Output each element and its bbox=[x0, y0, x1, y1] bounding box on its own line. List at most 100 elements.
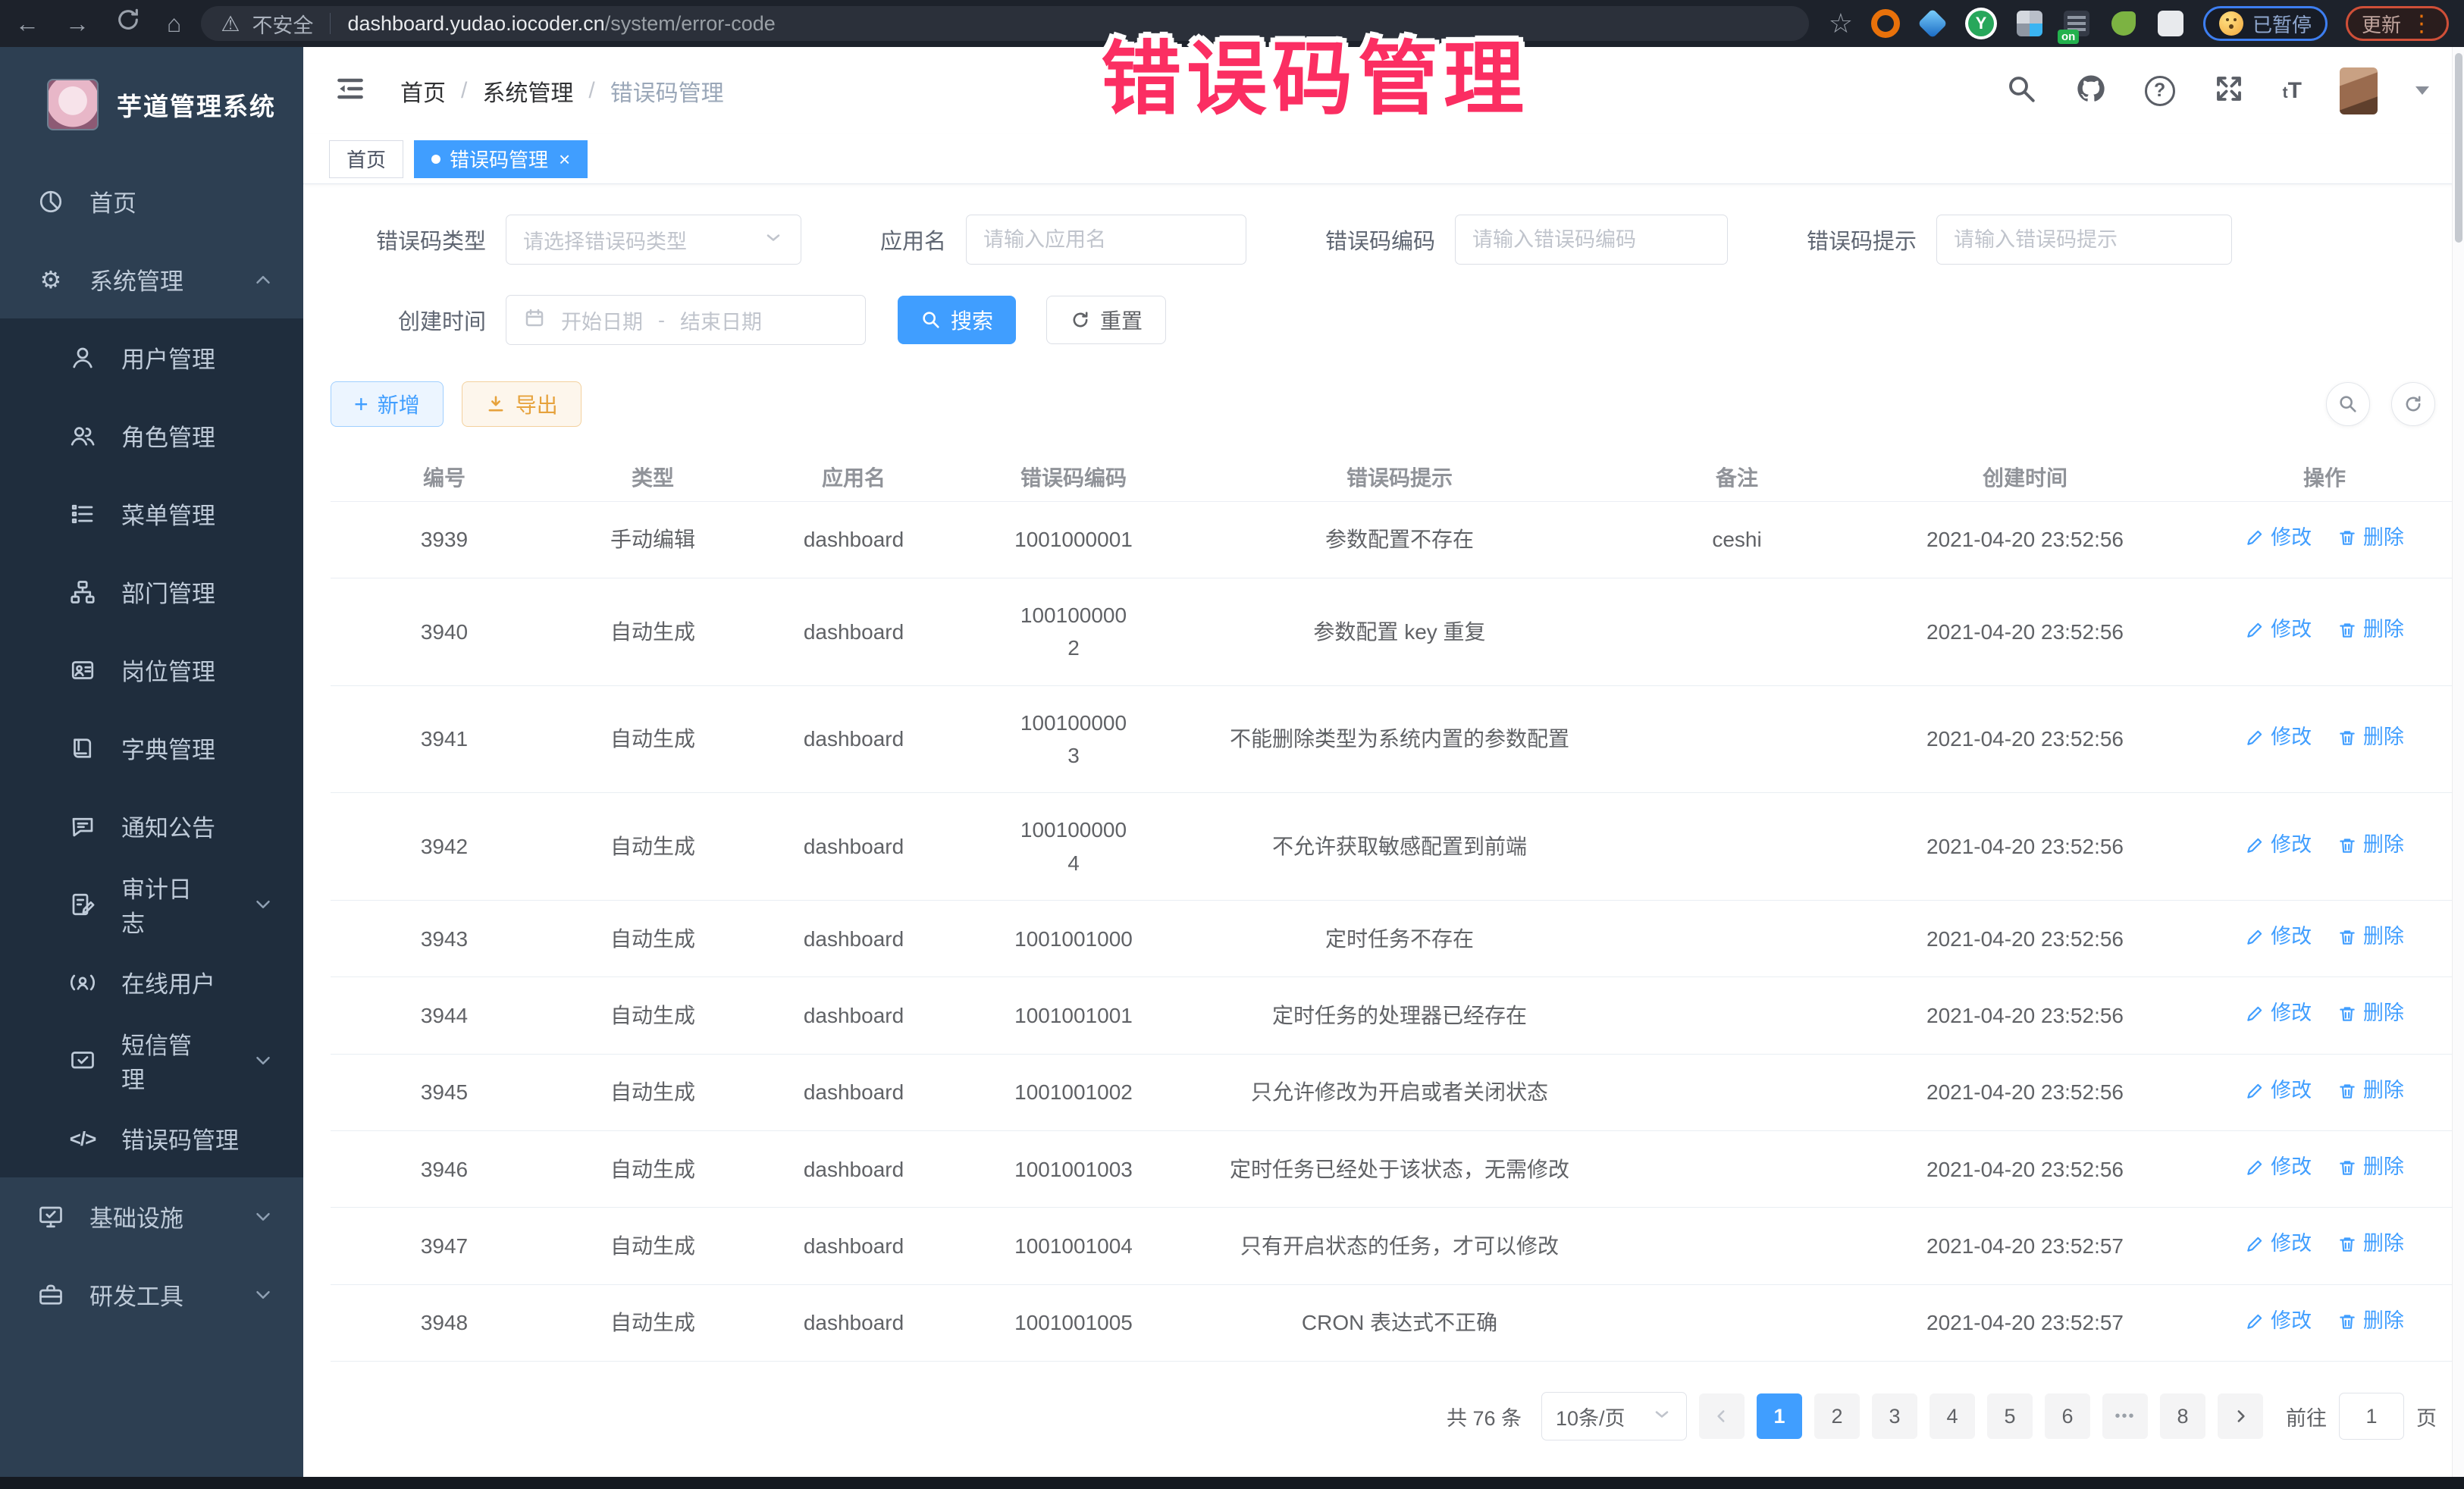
date-range-picker[interactable]: 开始日期 - 结束日期 bbox=[506, 295, 866, 345]
scrollbar-track[interactable] bbox=[2452, 47, 2464, 1477]
overlay-annotation-title: 错误码管理 bbox=[1101, 14, 1529, 130]
app-title: 芋道管理系统 bbox=[117, 86, 276, 123]
edit-link[interactable]: 修改 bbox=[2245, 1152, 2312, 1183]
sidebar-item[interactable]: 短信管理 bbox=[0, 1021, 303, 1099]
delete-link[interactable]: 删除 bbox=[2337, 998, 2404, 1030]
page-button[interactable]: 6 bbox=[2045, 1393, 2090, 1439]
cell-created-time: 2021-04-20 23:52:57 bbox=[1862, 1284, 2188, 1361]
delete-link[interactable]: 删除 bbox=[2337, 522, 2404, 554]
delete-link[interactable]: 删除 bbox=[2337, 722, 2404, 754]
breadcrumb-system[interactable]: 系统管理 bbox=[482, 74, 573, 108]
sidebar-item[interactable]: 字典管理 bbox=[0, 709, 303, 787]
tag-error-code[interactable]: 错误码管理 × bbox=[414, 140, 588, 178]
collapse-sidebar-icon[interactable] bbox=[334, 72, 367, 109]
sidebar-item[interactable]: ⚙ 系统管理 bbox=[0, 240, 303, 318]
sidebar-item[interactable]: 部门管理 bbox=[0, 553, 303, 631]
delete-link[interactable]: 删除 bbox=[2337, 614, 2404, 646]
address-bar[interactable]: ⚠ 不安全 dashboard.yudao.iocoder.cn/system/… bbox=[201, 6, 1808, 41]
page-size-select[interactable]: 10条/页 bbox=[1541, 1392, 1687, 1440]
page-button[interactable]: 8 bbox=[2160, 1393, 2205, 1439]
extension-grid-icon[interactable] bbox=[2015, 9, 2044, 38]
edit-link[interactable]: 修改 bbox=[2245, 1306, 2312, 1337]
error-code-input[interactable] bbox=[1472, 215, 1710, 264]
help-icon[interactable]: ? bbox=[2145, 76, 2175, 106]
sidebar-item[interactable]: 通知公告 bbox=[0, 787, 303, 865]
prev-page-button[interactable] bbox=[1699, 1393, 1745, 1439]
sidebar-item-label: 审计日志 bbox=[121, 870, 203, 939]
sidebar-item[interactable]: 审计日志 bbox=[0, 865, 303, 943]
extension-orange-icon[interactable] bbox=[1871, 9, 1900, 38]
scrollbar-thumb[interactable] bbox=[2455, 53, 2462, 243]
sidebar-item[interactable]: 用户管理 bbox=[0, 318, 303, 397]
avatar[interactable] bbox=[2340, 67, 2378, 114]
tag-home[interactable]: 首页 bbox=[329, 140, 403, 178]
toggle-search-button[interactable] bbox=[2326, 382, 2370, 426]
app-logo[interactable]: 芋道管理系统 bbox=[0, 47, 303, 162]
extension-list-icon[interactable]: on bbox=[2062, 9, 2091, 38]
reset-button[interactable]: 重置 bbox=[1046, 296, 1166, 344]
delete-link[interactable]: 删除 bbox=[2337, 1075, 2404, 1107]
font-size-icon[interactable]: tT bbox=[2283, 78, 2302, 104]
edit-link[interactable]: 修改 bbox=[2245, 829, 2312, 861]
error-type-select[interactable]: 请选择错误码类型 bbox=[506, 215, 801, 265]
bookmark-star-icon[interactable]: ☆ bbox=[1829, 8, 1853, 39]
app-name-input[interactable] bbox=[983, 215, 1229, 264]
extension-y-icon[interactable]: Y bbox=[1965, 8, 1997, 39]
sidebar-item[interactable]: 在线用户 bbox=[0, 943, 303, 1021]
delete-link[interactable]: 删除 bbox=[2337, 1306, 2404, 1337]
caret-down-icon[interactable] bbox=[2415, 86, 2429, 95]
edit-link[interactable]: 修改 bbox=[2245, 1228, 2312, 1260]
forward-icon[interactable]: → bbox=[65, 11, 89, 36]
cell-app-name: dashboard bbox=[748, 1054, 960, 1130]
edit-link[interactable]: 修改 bbox=[2245, 998, 2312, 1030]
reload-icon[interactable] bbox=[115, 7, 141, 40]
sidebar-item[interactable]: 基础设施 bbox=[0, 1177, 303, 1255]
delete-link[interactable]: 删除 bbox=[2337, 829, 2404, 861]
page-button[interactable]: 4 bbox=[1930, 1393, 1975, 1439]
breadcrumb: 首页 / 系统管理 / 错误码管理 bbox=[400, 74, 724, 108]
browser-menu-icon[interactable]: ⋮ bbox=[2410, 11, 2433, 37]
delete-link[interactable]: 删除 bbox=[2337, 921, 2404, 953]
update-button[interactable]: 更新⋮ bbox=[2346, 6, 2449, 41]
cell-error-hint: 定时任务不存在 bbox=[1187, 901, 1612, 977]
extensions-puzzle-icon[interactable] bbox=[2156, 9, 2185, 38]
next-page-button[interactable] bbox=[2218, 1393, 2263, 1439]
sidebar-item[interactable]: </> 错误码管理 bbox=[0, 1099, 303, 1177]
search-button[interactable]: 搜索 bbox=[898, 296, 1016, 344]
security-label: 不安全 bbox=[252, 9, 313, 39]
goto-page-input[interactable] bbox=[2339, 1393, 2404, 1440]
page-button[interactable]: 5 bbox=[1987, 1393, 2033, 1439]
sidebar-item[interactable]: 首页 bbox=[0, 162, 303, 240]
sidebar-item[interactable]: 研发工具 bbox=[0, 1255, 303, 1334]
page-button[interactable]: 3 bbox=[1872, 1393, 1917, 1439]
home-icon[interactable]: ⌂ bbox=[167, 11, 181, 36]
github-icon[interactable] bbox=[2075, 73, 2107, 108]
refresh-button[interactable] bbox=[2391, 382, 2435, 426]
page-button[interactable]: 2 bbox=[1814, 1393, 1860, 1439]
cell-app-name: dashboard bbox=[748, 501, 960, 578]
extension-gem-icon[interactable] bbox=[1918, 9, 1947, 38]
sidebar-item[interactable]: 菜单管理 bbox=[0, 475, 303, 553]
search-icon[interactable] bbox=[2005, 73, 2037, 108]
edit-link[interactable]: 修改 bbox=[2245, 522, 2312, 554]
fullscreen-icon[interactable] bbox=[2213, 73, 2245, 108]
breadcrumb-home[interactable]: 首页 bbox=[400, 74, 446, 108]
edit-link[interactable]: 修改 bbox=[2245, 614, 2312, 646]
back-icon[interactable]: ← bbox=[15, 11, 39, 36]
edit-link[interactable]: 修改 bbox=[2245, 1075, 2312, 1107]
edit-link[interactable]: 修改 bbox=[2245, 921, 2312, 953]
cell-type: 自动生成 bbox=[558, 793, 748, 901]
extension-leaf-icon[interactable] bbox=[2109, 9, 2138, 38]
sidebar-item[interactable]: 岗位管理 bbox=[0, 631, 303, 709]
delete-link[interactable]: 删除 bbox=[2337, 1152, 2404, 1183]
export-button[interactable]: 导出 bbox=[462, 381, 582, 427]
sidebar-item[interactable]: 角色管理 bbox=[0, 397, 303, 475]
paused-badge[interactable]: 已暂停 bbox=[2203, 6, 2328, 41]
add-button[interactable]: + 新增 bbox=[331, 381, 444, 427]
close-tag-icon[interactable]: × bbox=[559, 149, 570, 169]
page-button[interactable]: 1 bbox=[1757, 1393, 1802, 1439]
delete-link[interactable]: 删除 bbox=[2337, 1228, 2404, 1260]
page-button[interactable]: ••• bbox=[2102, 1393, 2148, 1439]
edit-link[interactable]: 修改 bbox=[2245, 722, 2312, 754]
error-hint-input[interactable] bbox=[1954, 215, 2215, 264]
